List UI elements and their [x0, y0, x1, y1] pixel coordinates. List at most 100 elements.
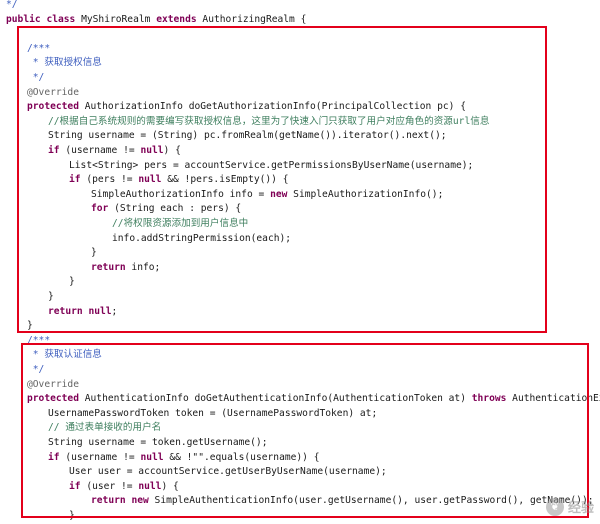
- code-line[interactable]: /***: [27, 42, 50, 57]
- code-token: (pers !=: [80, 174, 139, 186]
- code-token: if: [69, 480, 81, 492]
- code-line[interactable]: protected AuthenticationInfo doGetAuthen…: [27, 392, 600, 407]
- code-line[interactable]: // 通过表单接收的用户名: [48, 421, 161, 436]
- code-line[interactable]: for (String each : pers) {: [91, 202, 241, 217]
- code-token: }: [69, 510, 75, 521]
- code-token: MyShiroRealm: [75, 13, 157, 25]
- code-line[interactable]: if (pers != null && !pers.isEmpty()) {: [69, 173, 289, 188]
- code-token: (String each : pers) {: [108, 203, 242, 215]
- code-token: protected: [27, 393, 79, 405]
- code-line[interactable]: * 获取认证信息: [27, 348, 102, 363]
- code-token: info.addStringPermission(each);: [112, 232, 292, 244]
- code-line[interactable]: if (username != null) {: [48, 144, 181, 159]
- code-line[interactable]: @Override: [27, 86, 79, 101]
- code-token: User user = accountService.getUserByUser…: [69, 466, 387, 478]
- code-token: return: [91, 261, 126, 273]
- code-editor[interactable]: */ public class MyShiroRealm extends Auth…: [0, 0, 600, 522]
- watermark-text: 经验: [567, 501, 594, 516]
- code-line[interactable]: protected AuthorizationInfo doGetAuthori…: [27, 100, 466, 115]
- code-token: SimpleAuthorizationInfo info =: [91, 188, 271, 200]
- code-token: UsernamePasswordToken token = (UsernameP…: [48, 407, 378, 419]
- code-line[interactable]: */: [27, 71, 45, 86]
- code-line[interactable]: }: [91, 246, 97, 261]
- code-token: ) {: [161, 480, 179, 492]
- code-line[interactable]: return null;: [48, 305, 117, 320]
- code-token: }: [91, 247, 97, 259]
- code-token: @Override: [27, 378, 79, 390]
- code-token: return: [48, 305, 83, 317]
- code-line[interactable]: */: [27, 363, 45, 378]
- code-token: if: [69, 174, 81, 186]
- code-token: public: [6, 13, 41, 25]
- code-token: null: [138, 174, 162, 186]
- code-line[interactable]: SimpleAuthorizationInfo info = new Simpl…: [91, 188, 443, 203]
- code-line[interactable]: }: [69, 275, 75, 290]
- code-token: if: [48, 145, 60, 156]
- code-token: */: [6, 0, 18, 10]
- code-token: * 获取认证信息: [27, 349, 102, 361]
- code-token: */: [27, 364, 45, 375]
- code-line[interactable]: }: [69, 509, 75, 524]
- code-line[interactable]: if (user != null) {: [69, 480, 179, 495]
- code-token: /***: [27, 42, 51, 54]
- code-line[interactable]: UsernamePasswordToken token = (UsernameP…: [48, 407, 377, 422]
- code-token: null: [140, 145, 164, 156]
- code-token: for: [91, 203, 109, 215]
- code-line[interactable]: return info;: [91, 261, 160, 276]
- code-token: }: [69, 276, 75, 288]
- code-token: null: [138, 480, 162, 492]
- code-token: null: [88, 305, 112, 317]
- code-token: @Override: [27, 86, 79, 98]
- code-line[interactable]: String username = token.getUsername();: [48, 436, 268, 451]
- code-token: (username !=: [59, 145, 141, 156]
- code-line[interactable]: //根据自己系统规则的需要编写获取授权信息，这里为了快速入门只获取了用户对应角色…: [48, 115, 489, 130]
- code-token: extends: [156, 13, 197, 25]
- code-token: AuthenticationExce: [512, 393, 600, 405]
- code-token: ) {: [163, 145, 181, 156]
- code-line[interactable]: */: [6, 0, 18, 13]
- code-line[interactable]: * 获取授权信息: [27, 56, 102, 71]
- code-token: AuthorizationInfo doGetAuthorizationInfo…: [78, 101, 466, 113]
- code-token: AuthenticationInfo doGetAuthenticationIn…: [78, 393, 472, 405]
- code-token: }: [48, 291, 54, 302]
- code-line[interactable]: info.addStringPermission(each);: [112, 232, 291, 247]
- code-line[interactable]: String username = (String) pc.fromRealm(…: [48, 129, 447, 144]
- code-token: List<String> pers = accountService.getPe…: [69, 159, 474, 171]
- code-token: SimpleAuthenticationInfo(user.getUsernam…: [148, 495, 594, 507]
- code-token: //将权限资源添加到用户信息中: [112, 218, 249, 229]
- code-token: return: [91, 495, 126, 507]
- code-line[interactable]: return new SimpleAuthenticationInfo(user…: [91, 494, 594, 509]
- watermark: ❦ 经验: [545, 497, 594, 516]
- code-token: info;: [125, 261, 161, 273]
- code-line[interactable]: }: [48, 290, 54, 305]
- code-token: && !pers.isEmpty()) {: [161, 174, 289, 186]
- code-token: throws: [471, 393, 507, 405]
- code-token: /***: [27, 334, 51, 346]
- paw-icon: ❦: [545, 497, 564, 516]
- code-line[interactable]: User user = accountService.getUserByUser…: [69, 465, 387, 480]
- code-token: if: [48, 451, 60, 463]
- code-token: (user !=: [80, 480, 139, 492]
- code-token: && !"".equals(username)) {: [163, 451, 320, 463]
- code-token: */: [27, 72, 45, 83]
- code-line[interactable]: public class MyShiroRealm extends Author…: [6, 13, 306, 28]
- code-line[interactable]: List<String> pers = accountService.getPe…: [69, 159, 473, 174]
- code-line[interactable]: /***: [27, 334, 50, 349]
- code-token: String username = token.getUsername();: [48, 437, 268, 448]
- code-line[interactable]: }: [27, 319, 33, 334]
- code-token: new: [270, 188, 288, 200]
- code-token: }: [27, 320, 33, 332]
- code-token: new: [131, 495, 149, 507]
- code-token: * 获取授权信息: [27, 57, 102, 69]
- code-token: class: [46, 13, 76, 25]
- code-token: AuthorizingRealm {: [196, 13, 307, 25]
- code-line[interactable]: @Override: [27, 378, 79, 393]
- code-token: //根据自己系统规则的需要编写获取授权信息，这里为了快速入门只获取了用户对应角色…: [48, 115, 490, 127]
- code-line[interactable]: //将权限资源添加到用户信息中: [112, 217, 248, 232]
- code-token: (username !=: [59, 451, 141, 463]
- code-token: ;: [111, 305, 118, 317]
- code-token: protected: [27, 101, 79, 113]
- code-token: SimpleAuthorizationInfo();: [287, 188, 444, 200]
- code-token: // 通过表单接收的用户名: [48, 422, 162, 434]
- code-line[interactable]: if (username != null && !"".equals(usern…: [48, 451, 320, 466]
